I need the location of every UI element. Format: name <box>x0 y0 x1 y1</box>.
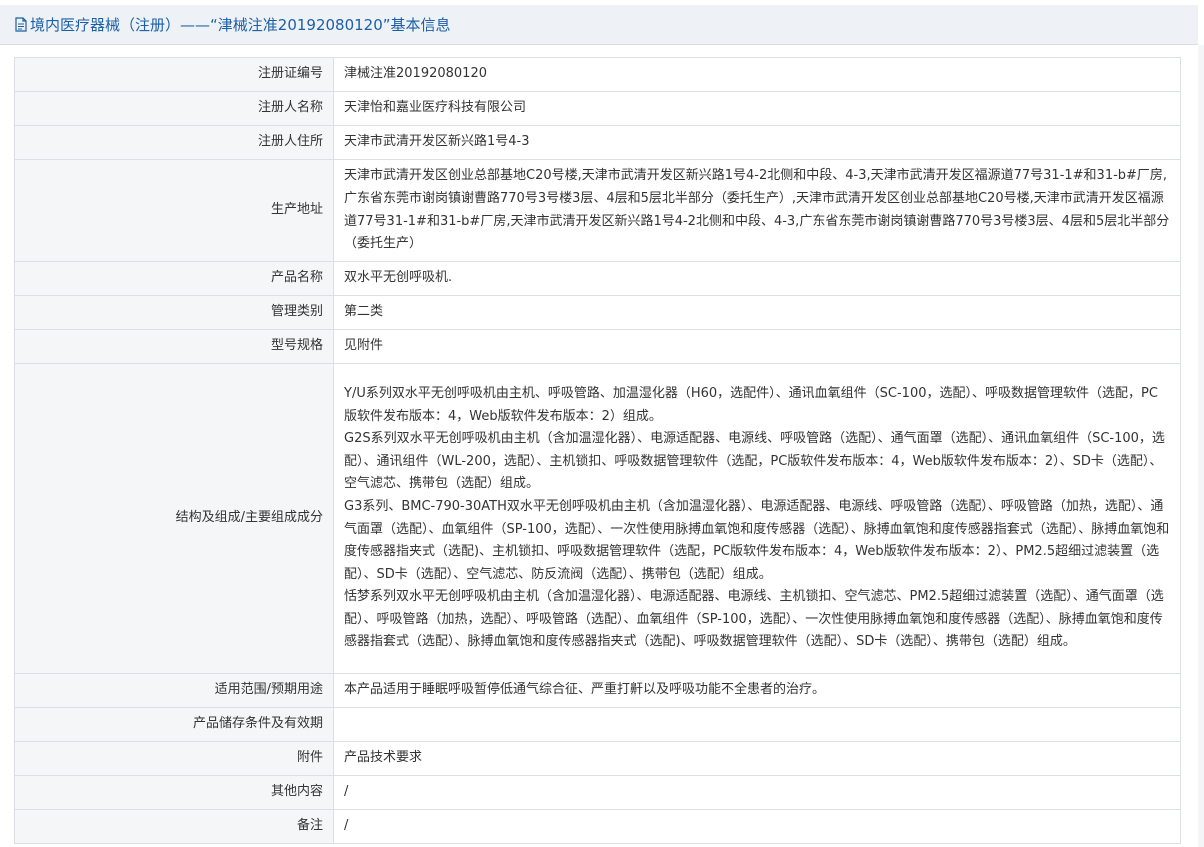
table-row: 附件 产品技术要求 <box>14 741 1181 776</box>
composition-paragraph: G3系列、BMC-790-30ATH双水平无创呼吸机由主机（含加温湿化器）、电源… <box>344 498 1170 582</box>
row-value: 津械注准20192080120 <box>333 57 1181 92</box>
table-row: 生产地址 天津市武清开发区创业总部基地C20号楼,天津市武清开发区新兴路1号4-… <box>14 159 1181 262</box>
row-label: 结构及组成/主要组成成分 <box>14 363 334 674</box>
table-row: 注册人名称 天津怡和嘉业医疗科技有限公司 <box>14 91 1181 126</box>
table-row: 备注 / <box>14 809 1181 844</box>
row-value: 天津市武清开发区创业总部基地C20号楼,天津市武清开发区新兴路1号4-2北侧和中… <box>333 159 1181 262</box>
row-value: 产品技术要求 <box>333 741 1181 776</box>
row-label: 产品名称 <box>14 261 334 296</box>
document-icon <box>14 17 28 32</box>
row-value: 本产品适用于睡眠呼吸暂停低通气综合征、严重打鼾以及呼吸功能不全患者的治疗。 <box>333 673 1181 708</box>
scroll-track <box>1198 45 1204 847</box>
table-row: 结构及组成/主要组成成分 Y/U系列双水平无创呼吸机由主机、呼吸管路、加温湿化器… <box>14 363 1181 674</box>
info-table: 注册证编号 津械注准20192080120 注册人名称 天津怡和嘉业医疗科技有限… <box>14 57 1181 844</box>
row-value: 第二类 <box>333 295 1181 330</box>
page-header: 境内医疗器械（注册）——“津械注准20192080120”基本信息 <box>0 5 1198 45</box>
page: 境内医疗器械（注册）——“津械注准20192080120”基本信息 注册证编号 … <box>0 0 1204 847</box>
row-label: 注册人名称 <box>14 91 334 126</box>
composition-paragraph: Y/U系列双水平无创呼吸机由主机、呼吸管路、加温湿化器（H60，选配件）、通讯血… <box>344 385 1158 424</box>
composition-paragraph: 恬梦系列双水平无创呼吸机由主机（含加温湿化器）、电源适配器、电源线、主机锁扣、空… <box>344 589 1164 650</box>
row-label: 管理类别 <box>14 295 334 330</box>
table-row: 产品储存条件及有效期 <box>14 707 1181 742</box>
table-row: 其他内容 / <box>14 775 1181 810</box>
row-label: 注册证编号 <box>14 57 334 92</box>
row-value: 天津怡和嘉业医疗科技有限公司 <box>333 91 1181 126</box>
row-value: 见附件 <box>333 329 1181 364</box>
table-row: 管理类别 第二类 <box>14 295 1181 330</box>
row-value: Y/U系列双水平无创呼吸机由主机、呼吸管路、加温湿化器（H60，选配件）、通讯血… <box>333 363 1181 674</box>
row-label: 生产地址 <box>14 159 334 262</box>
table-row: 注册证编号 津械注准20192080120 <box>14 57 1181 92</box>
row-label: 产品储存条件及有效期 <box>14 707 334 742</box>
row-value <box>333 707 1181 742</box>
row-value: 天津市武清开发区新兴路1号4-3 <box>333 125 1181 160</box>
row-label: 附件 <box>14 741 334 776</box>
row-label: 型号规格 <box>14 329 334 364</box>
table-row: 型号规格 见附件 <box>14 329 1181 364</box>
page-title: 境内医疗器械（注册）——“津械注准20192080120”基本信息 <box>30 16 451 34</box>
table-row: 注册人住所 天津市武清开发区新兴路1号4-3 <box>14 125 1181 160</box>
row-label: 适用范围/预期用途 <box>14 673 334 708</box>
row-value: / <box>333 775 1181 810</box>
composition-paragraph: G2S系列双水平无创呼吸机由主机（含加温湿化器）、电源适配器、电源线、呼吸管路（… <box>344 431 1165 492</box>
row-value: / <box>333 809 1181 844</box>
table-row: 适用范围/预期用途 本产品适用于睡眠呼吸暂停低通气综合征、严重打鼾以及呼吸功能不… <box>14 673 1181 708</box>
row-label: 其他内容 <box>14 775 334 810</box>
row-value: 双水平无创呼吸机. <box>333 261 1181 296</box>
table-row: 产品名称 双水平无创呼吸机. <box>14 261 1181 296</box>
row-label: 备注 <box>14 809 334 844</box>
row-label: 注册人住所 <box>14 125 334 160</box>
